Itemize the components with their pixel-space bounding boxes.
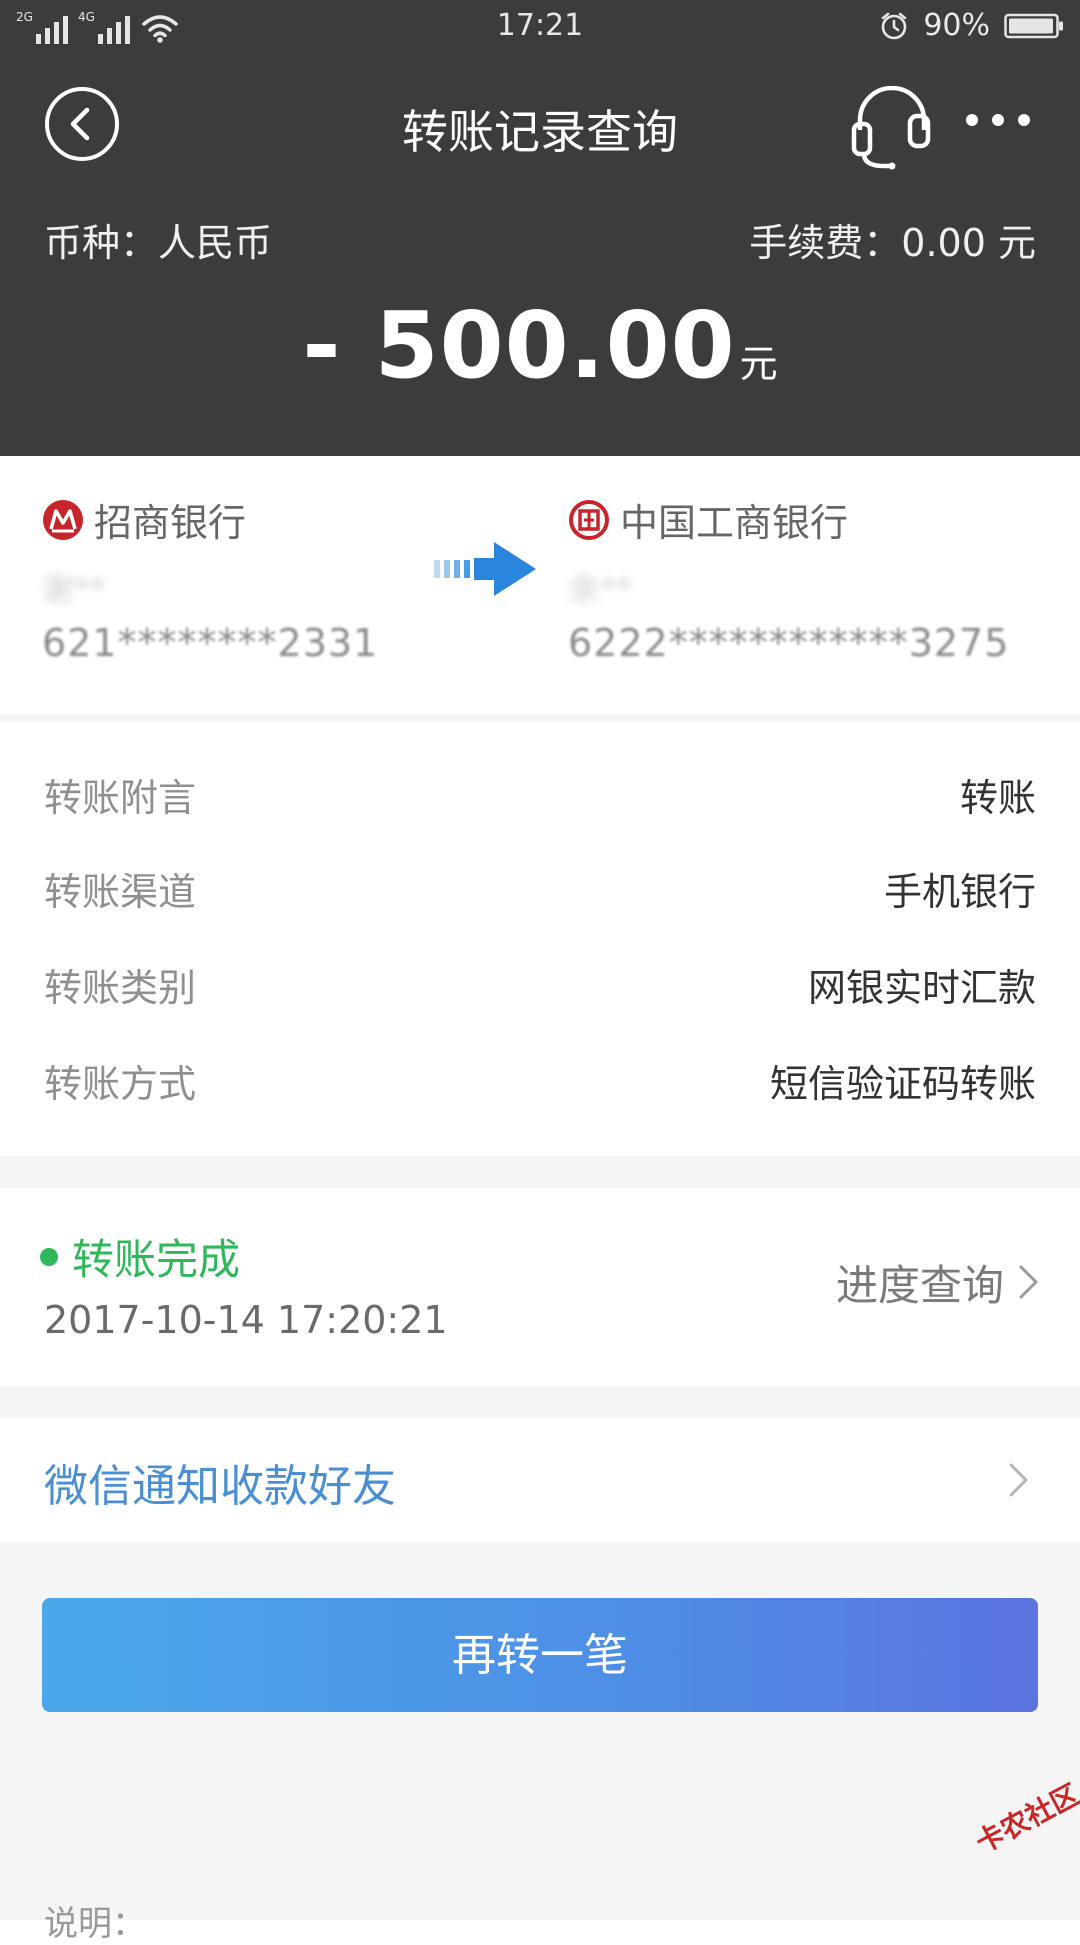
detail-row-remark: 转账附言 转账 [44, 764, 1036, 824]
details-card: 转账附言 转账 转账渠道 手机银行 转账类别 网银实时汇款 转账方式 短信验证码… [0, 722, 1080, 1156]
chevron-right-icon [1019, 1265, 1038, 1299]
detail-row-category: 转账类别 网银实时汇款 [44, 954, 1036, 1014]
alarm-icon [882, 12, 907, 39]
header: 2G 4G 17:21 90% 转账记录查询 币种：人民币 手续费：0.00 元… [0, 0, 1080, 456]
detail-value: 转账 [959, 775, 1036, 820]
accounts-card: 招商银行 谢** 621********2331 中国工商银行 余** 6222… [0, 456, 1080, 714]
cmb-logo-icon [43, 499, 83, 540]
more-button[interactable] [966, 100, 1030, 140]
detail-value: 网银实时汇款 [807, 965, 1036, 1010]
status-text: 转账完成 [72, 1235, 241, 1284]
transfer-arrow-icon [434, 542, 536, 596]
to-account: 中国工商银行 余** 6222************3275 [568, 492, 1009, 665]
status-card: 转账完成 2017-10-14 17:20:21 进度查询 [0, 1188, 1080, 1386]
chevron-right-icon [1009, 1463, 1028, 1497]
to-bank-name: 中国工商银行 [620, 501, 849, 545]
status-dot-icon [40, 1247, 58, 1266]
wechat-notify-label: 微信通知收款好友 [44, 1461, 396, 1512]
note-label: 说明： [44, 1904, 146, 1944]
progress-query-link[interactable]: 进度查询 [836, 1244, 1040, 1320]
transfer-record-page: 2G 4G 17:21 90% 转账记录查询 币种：人民币 手续费：0.00 元… [0, 0, 1080, 1944]
to-bank: 中国工商银行 [568, 492, 1009, 547]
detail-value: 手机银行 [883, 869, 1036, 914]
status-right: 90% [879, 8, 1064, 43]
from-bank-name: 招商银行 [94, 501, 247, 545]
back-button[interactable] [44, 86, 120, 162]
battery-percent: 90% [923, 8, 990, 43]
detail-row-channel: 转账渠道 手机银行 [44, 858, 1036, 918]
icbc-logo-icon [569, 499, 609, 540]
detail-value: 短信验证码转账 [769, 1061, 1036, 1106]
from-account-number: 621********2331 [42, 621, 379, 665]
status-line: 转账完成 [40, 1226, 240, 1287]
more-icon [966, 114, 978, 126]
nav-bar: 转账记录查询 [0, 80, 1080, 170]
watermark: 卡农社区 [970, 1777, 1080, 1860]
headset-icon[interactable] [850, 86, 934, 170]
detail-label: 转账附言 [44, 775, 197, 820]
detail-label: 转账类别 [44, 965, 197, 1010]
amount-unit: 元 [739, 342, 778, 386]
to-account-number: 6222************3275 [568, 621, 1010, 665]
amount-value: - 500.00 [302, 292, 736, 399]
detail-label: 转账方式 [44, 1061, 197, 1106]
from-account: 招商银行 谢** 621********2331 [42, 492, 378, 665]
fee-label: 手续费：0.00 元 [749, 221, 1036, 265]
from-account-name: 谢** [42, 570, 107, 608]
wechat-notify-row[interactable]: 微信通知收款好友 [0, 1418, 1080, 1542]
from-bank: 招商银行 [42, 492, 378, 547]
status-time: 2017-10-14 17:20:21 [44, 1298, 448, 1342]
currency-label: 币种：人民币 [44, 221, 273, 265]
transfer-again-button[interactable]: 再转一笔 [42, 1598, 1038, 1712]
detail-label: 转账渠道 [44, 869, 197, 914]
to-account-name: 余** [568, 570, 633, 608]
amount-display: - 500.00 元 [0, 292, 1080, 399]
progress-query-label: 进度查询 [835, 1260, 1004, 1310]
status-bar: 2G 4G 17:21 90% [0, 0, 1080, 60]
battery-icon [1004, 13, 1063, 38]
detail-row-method: 转账方式 短信验证码转账 [44, 1050, 1036, 1110]
